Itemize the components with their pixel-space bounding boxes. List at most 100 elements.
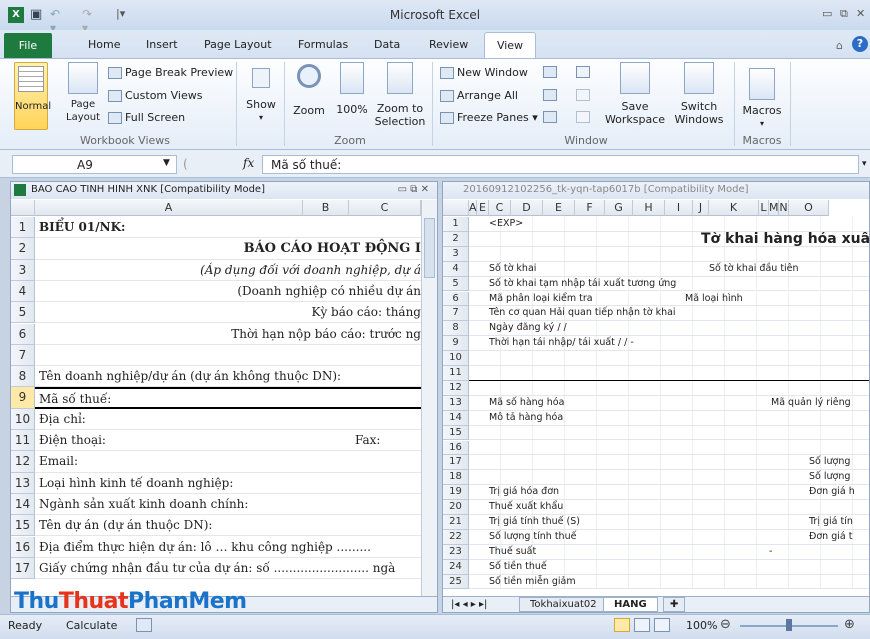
- insert-sheet-icon[interactable]: ✚: [663, 597, 686, 612]
- tab-view[interactable]: View: [484, 32, 536, 59]
- switch-windows-button[interactable]: Switch Windows: [668, 62, 730, 132]
- cell-text[interactable]: BIỂU 01/NK:: [39, 220, 125, 234]
- column-header[interactable]: C: [489, 200, 511, 216]
- cell-text[interactable]: Đơn giá h: [809, 485, 855, 499]
- cell-text[interactable]: Ngành sản xuất kinh doanh chính:: [39, 497, 248, 511]
- select-all-corner[interactable]: [11, 200, 35, 216]
- tab-formulas[interactable]: Formulas: [298, 38, 348, 51]
- column-header[interactable]: B: [303, 200, 349, 216]
- save-workspace-button[interactable]: Save Workspace: [604, 62, 666, 132]
- column-header[interactable]: M: [769, 200, 779, 216]
- sheet-tab-active[interactable]: HANG: [603, 597, 658, 612]
- reset-position-icon[interactable]: [576, 111, 590, 123]
- tab-data[interactable]: Data: [374, 38, 400, 51]
- row-header[interactable]: 15: [11, 515, 35, 537]
- column-header[interactable]: N: [779, 200, 789, 216]
- zoom-100-button[interactable]: 100%: [334, 62, 370, 128]
- row-header[interactable]: 21: [443, 515, 469, 530]
- row-header[interactable]: 3: [443, 246, 469, 262]
- row-header[interactable]: 13: [11, 472, 35, 494]
- formula-input[interactable]: Mã số thuế:: [262, 155, 859, 174]
- cell-text[interactable]: Trị giá tín: [809, 515, 853, 529]
- cell-text[interactable]: (Doanh nghiệp có nhiều dự án: [237, 284, 421, 298]
- cell-text[interactable]: BÁO CÁO HOẠT ĐỘNG I: [244, 241, 421, 256]
- column-header[interactable]: L: [759, 200, 769, 216]
- tab-home[interactable]: Home: [88, 38, 120, 51]
- row-header[interactable]: 2: [11, 238, 35, 260]
- cell-text[interactable]: -: [769, 545, 772, 559]
- row-header[interactable]: 12: [443, 380, 469, 396]
- row-header[interactable]: 7: [11, 344, 35, 367]
- cell-text[interactable]: Mã quản lý riêng: [771, 396, 851, 410]
- cell-text[interactable]: Loại hình kinh tế doanh nghiệp:: [39, 476, 233, 490]
- row-header[interactable]: 14: [443, 410, 469, 426]
- row-header[interactable]: 10: [443, 351, 469, 366]
- row-header[interactable]: 22: [443, 529, 469, 545]
- ribbon-collapse-icon[interactable]: ⌂: [836, 39, 843, 52]
- cell-text[interactable]: <EXP>: [489, 218, 523, 229]
- normal-view-button[interactable]: Normal: [14, 62, 51, 130]
- workbook-window-controls-icon[interactable]: ▭ ⧉ ✕: [398, 182, 429, 198]
- row-header[interactable]: 1: [443, 217, 469, 232]
- help-icon[interactable]: ?: [852, 36, 868, 52]
- zoom-button[interactable]: Zoom: [288, 62, 330, 128]
- workbook-window-report[interactable]: BAO CAO TINH HINH XNK [Compatibility Mod…: [10, 181, 438, 613]
- arrange-all-button[interactable]: Arrange All: [440, 89, 518, 102]
- cell-text[interactable]: Địa điểm thực hiện dự án: lô … khu công …: [39, 540, 371, 554]
- zoom-level[interactable]: 100%: [686, 619, 717, 632]
- cell-text[interactable]: Số tiền miễn giảm: [489, 576, 576, 587]
- page-break-status-icon[interactable]: [654, 618, 670, 632]
- cell-title[interactable]: Tờ khai hàng hóa xuất: [701, 232, 869, 246]
- column-header[interactable]: K: [709, 200, 759, 216]
- cell-text[interactable]: Điện thoại:: [39, 433, 106, 447]
- row-header[interactable]: 17: [11, 557, 35, 580]
- select-all-corner[interactable]: [443, 200, 469, 216]
- fx-icon[interactable]: fx: [243, 156, 254, 170]
- column-header[interactable]: A: [35, 200, 303, 216]
- column-header[interactable]: E: [477, 200, 489, 216]
- cell-text[interactable]: Kỳ báo cáo: tháng: [311, 305, 421, 319]
- sync-scroll-icon[interactable]: [576, 89, 590, 101]
- cell-text[interactable]: Thuế xuất khẩu: [489, 501, 563, 512]
- cell-text[interactable]: Tên doanh nghiệp/dự án (dự án không thuộ…: [39, 369, 341, 383]
- cell-text[interactable]: Giấy chứng nhận đầu tư của dự án: số ...…: [39, 561, 395, 575]
- cell-text[interactable]: Địa chỉ:: [39, 412, 86, 426]
- cell-text[interactable]: Số lượng: [809, 455, 850, 469]
- tab-insert[interactable]: Insert: [146, 38, 178, 51]
- row-header[interactable]: 9: [11, 387, 35, 409]
- macro-record-icon[interactable]: [136, 618, 152, 632]
- custom-views-button[interactable]: Custom Views: [108, 89, 202, 102]
- row-header[interactable]: 11: [443, 366, 469, 381]
- cell-text[interactable]: Email:: [39, 454, 78, 468]
- row-header[interactable]: 4: [443, 261, 469, 277]
- row-header[interactable]: 8: [11, 366, 35, 388]
- column-header[interactable]: H: [633, 200, 665, 216]
- row-header[interactable]: 5: [443, 276, 469, 292]
- column-header[interactable]: O: [789, 200, 829, 216]
- row-header[interactable]: 17: [443, 455, 469, 471]
- row-header[interactable]: 15: [443, 425, 469, 441]
- name-box-dropdown-icon[interactable]: ▼: [163, 158, 170, 168]
- formula-expand-icon[interactable]: ▾: [862, 159, 867, 169]
- cell-text[interactable]: Mã phân loại kiểm tra: [489, 293, 593, 304]
- row-header[interactable]: 16: [11, 536, 35, 558]
- column-header[interactable]: D: [511, 200, 543, 216]
- cell-text[interactable]: Mã loại hình: [685, 292, 743, 306]
- sheet-tab[interactable]: Tokhaixuat02: [519, 597, 608, 612]
- view-side-by-side-icon[interactable]: [576, 66, 590, 78]
- cell-text[interactable]: (Áp dụng đối với doanh nghiệp, dự á: [200, 263, 421, 277]
- cell-text[interactable]: Thời hạn tái nhập/ tái xuất / / -: [489, 337, 634, 348]
- cell-text[interactable]: Đơn giá t: [809, 530, 852, 544]
- row-header[interactable]: 3: [11, 259, 35, 281]
- column-header[interactable]: E: [543, 200, 575, 216]
- row-header[interactable]: 1: [11, 217, 35, 239]
- row-header[interactable]: 12: [11, 451, 35, 473]
- split-icon[interactable]: [543, 66, 557, 78]
- column-header[interactable]: F: [575, 200, 605, 216]
- formula-resize-icon[interactable]: (: [183, 157, 188, 171]
- show-button[interactable]: Show ▾: [244, 64, 278, 130]
- cell-text[interactable]: Số tờ khai tạm nhập tái xuất tương ứng: [489, 278, 676, 289]
- name-box[interactable]: A9 ▼: [12, 155, 177, 174]
- row-header[interactable]: 9: [443, 336, 469, 352]
- cell-text[interactable]: Số lượng: [809, 470, 850, 484]
